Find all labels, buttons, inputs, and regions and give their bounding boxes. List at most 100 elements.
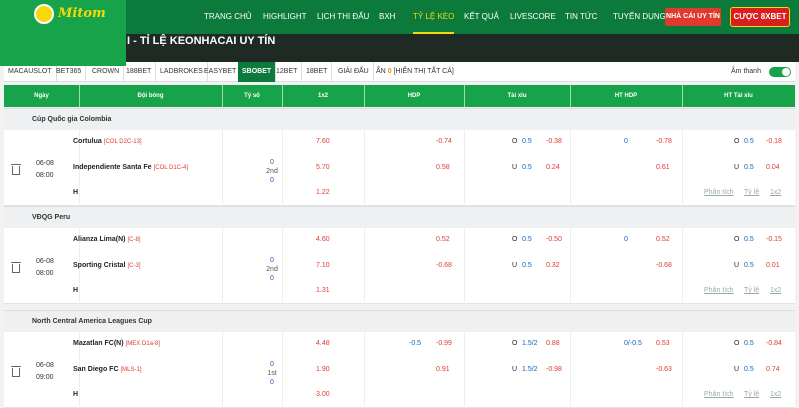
odds-link[interactable]: Tỷ lệ	[744, 287, 759, 294]
ht-tx-odds[interactable]: -0.15	[766, 236, 782, 243]
team-name[interactable]: San Diego FC [MLS-1]	[73, 366, 142, 373]
tx-odds[interactable]: 0.32	[546, 262, 560, 269]
ht-hdp-odds[interactable]: 0.53	[656, 340, 670, 347]
analysis-link[interactable]: Phân tích	[704, 189, 734, 196]
ht-tx-line: 0.5	[744, 164, 754, 171]
analysis-link[interactable]: Phân tích	[704, 287, 734, 294]
cell-divider	[222, 228, 223, 304]
bookmaker-tab[interactable]: 12BET	[272, 62, 303, 82]
league-header: VĐQG Peru	[4, 206, 795, 228]
odds-draw[interactable]: 1.31	[316, 287, 330, 294]
column-divider	[364, 85, 365, 107]
odds-1x2[interactable]: 4.48	[316, 340, 330, 347]
tx-line: 0.5	[522, 262, 532, 269]
team-tag: [COL D2C-13]	[103, 139, 142, 145]
nav-item[interactable]: LIVESCORE	[510, 0, 556, 34]
bookmaker-tab[interactable]: 18BET	[302, 62, 333, 82]
ht-tx-odds[interactable]: 0.04	[766, 164, 780, 171]
match-date: 06-08	[36, 258, 54, 265]
ht-tx-line: 0.5	[744, 366, 754, 373]
team-name[interactable]: Sporting Cristal [C-3]	[73, 262, 141, 269]
hdp-odds[interactable]: -0.68	[436, 262, 452, 269]
cell-divider	[570, 130, 571, 206]
team-name[interactable]: Cortulua [COL D2C-13]	[73, 138, 142, 145]
odds-draw[interactable]: 3.00	[316, 391, 330, 398]
match-date: 06-08	[36, 160, 54, 167]
hdp-odds[interactable]: -0.74	[436, 138, 452, 145]
ht-hdp-odds[interactable]: -0.63	[656, 366, 672, 373]
tx-odds[interactable]: 0.24	[546, 164, 560, 171]
column-divider	[464, 85, 465, 107]
logo-area[interactable]: Mitom	[0, 0, 126, 66]
nav-item[interactable]: TRANG CHỦ	[204, 0, 252, 34]
league-header: North Central America Leagues Cup	[4, 310, 795, 332]
nav-item[interactable]: TỶ LỆ KÈO	[413, 0, 455, 34]
sound-toggle[interactable]	[769, 67, 791, 77]
bookmaker-tab[interactable]: GIẢI ĐẤU	[334, 62, 374, 82]
ht-hdp-line: 0	[624, 138, 628, 145]
ht-tx-line: 0.5	[744, 236, 754, 243]
delete-icon[interactable]	[11, 164, 21, 175]
hdp-odds[interactable]: 0.52	[436, 236, 450, 243]
nav-item[interactable]: KẾT QUẢ	[464, 0, 499, 34]
analysis-link[interactable]: Phân tích	[704, 391, 734, 398]
hdp-odds[interactable]: 0.91	[436, 366, 450, 373]
ht-tx-odds[interactable]: -0.18	[766, 138, 782, 145]
match-time: 09:00	[36, 374, 54, 381]
odds-1x2[interactable]: 5.70	[316, 164, 330, 171]
x12-link[interactable]: 1x2	[770, 391, 781, 398]
tx-odds[interactable]: -0.50	[546, 236, 562, 243]
cell-divider	[282, 130, 283, 206]
match-status: 2nd	[266, 168, 278, 175]
ht-tx-odds[interactable]: -0.84	[766, 340, 782, 347]
tx-line: 0.5	[522, 138, 532, 145]
tx-odds[interactable]: -0.38	[546, 138, 562, 145]
bookmaker-tab[interactable]: EASYBET	[200, 62, 242, 82]
column-divider	[570, 85, 571, 107]
x12-link[interactable]: 1x2	[770, 189, 781, 196]
filter-summary[interactable]: ẨN 0 [HIỂN THỊ TẤT CẢ]	[376, 62, 454, 82]
column-header: 1x2	[317, 93, 328, 99]
nav-item[interactable]: TIN TỨC	[565, 0, 597, 34]
ht-tx-odds[interactable]: 0.74	[766, 366, 780, 373]
ht-hdp-odds[interactable]: -0.68	[656, 262, 672, 269]
odds-1x2[interactable]: 7.10	[316, 262, 330, 269]
odds-1x2[interactable]: 1.90	[316, 366, 330, 373]
bookmaker-tab[interactable]: SBOBET	[238, 62, 277, 82]
column-header: HDP	[407, 93, 421, 99]
team-name[interactable]: Mazatlan FC(N) [MEX D1a-8]	[73, 340, 160, 347]
odds-1x2[interactable]: 4.60	[316, 236, 330, 243]
odds-draw[interactable]: 1.22	[316, 189, 330, 196]
tx-odds[interactable]: 0.88	[546, 340, 560, 347]
ht-hdp-odds[interactable]: 0.61	[656, 164, 670, 171]
ht-hdp-odds[interactable]: 0.52	[656, 236, 670, 243]
tx-odds[interactable]: -0.98	[546, 366, 562, 373]
odds-link[interactable]: Tỷ lệ	[744, 189, 759, 196]
cell-divider	[570, 332, 571, 408]
odds-1x2[interactable]: 7.60	[316, 138, 330, 145]
nav-item[interactable]: HIGHLIGHT	[263, 0, 307, 34]
column-header: Tài xỉu	[507, 93, 527, 99]
bookmaker-tab[interactable]: 188BET	[122, 62, 157, 82]
hdp-odds[interactable]: 0.58	[436, 164, 450, 171]
score-away: 0	[270, 379, 274, 386]
show-all-link[interactable]: [HIỂN THỊ TẤT CẢ]	[394, 68, 454, 75]
team-name[interactable]: Independiente Santa Fe [COL D1C-4]	[73, 164, 188, 171]
ht-tx-side: U	[734, 262, 740, 269]
ht-hdp-odds[interactable]: -0.78	[656, 138, 672, 145]
delete-icon[interactable]	[11, 366, 21, 377]
team-name[interactable]: Alianza Lima(N) [C-8]	[73, 236, 141, 243]
partner-button[interactable]: NHÀ CÁI UY TÍN	[665, 8, 721, 26]
team-tag: [COL D1C-4]	[153, 165, 189, 171]
team-label: Mazatlan FC(N)	[73, 340, 124, 347]
nav-item[interactable]: LỊCH THI ĐẤU	[317, 0, 369, 34]
nav-item[interactable]: BXH	[379, 0, 395, 34]
nav-item[interactable]: TUYỂN DỤNG	[613, 0, 666, 34]
odds-link[interactable]: Tỷ lệ	[744, 391, 759, 398]
hdp-odds[interactable]: -0.99	[436, 340, 452, 347]
delete-icon[interactable]	[11, 262, 21, 273]
bet-button[interactable]: CƯỢC 8XBET	[730, 7, 790, 27]
cell-divider	[364, 228, 365, 304]
x12-link[interactable]: 1x2	[770, 287, 781, 294]
ht-tx-odds[interactable]: 0.01	[766, 262, 780, 269]
